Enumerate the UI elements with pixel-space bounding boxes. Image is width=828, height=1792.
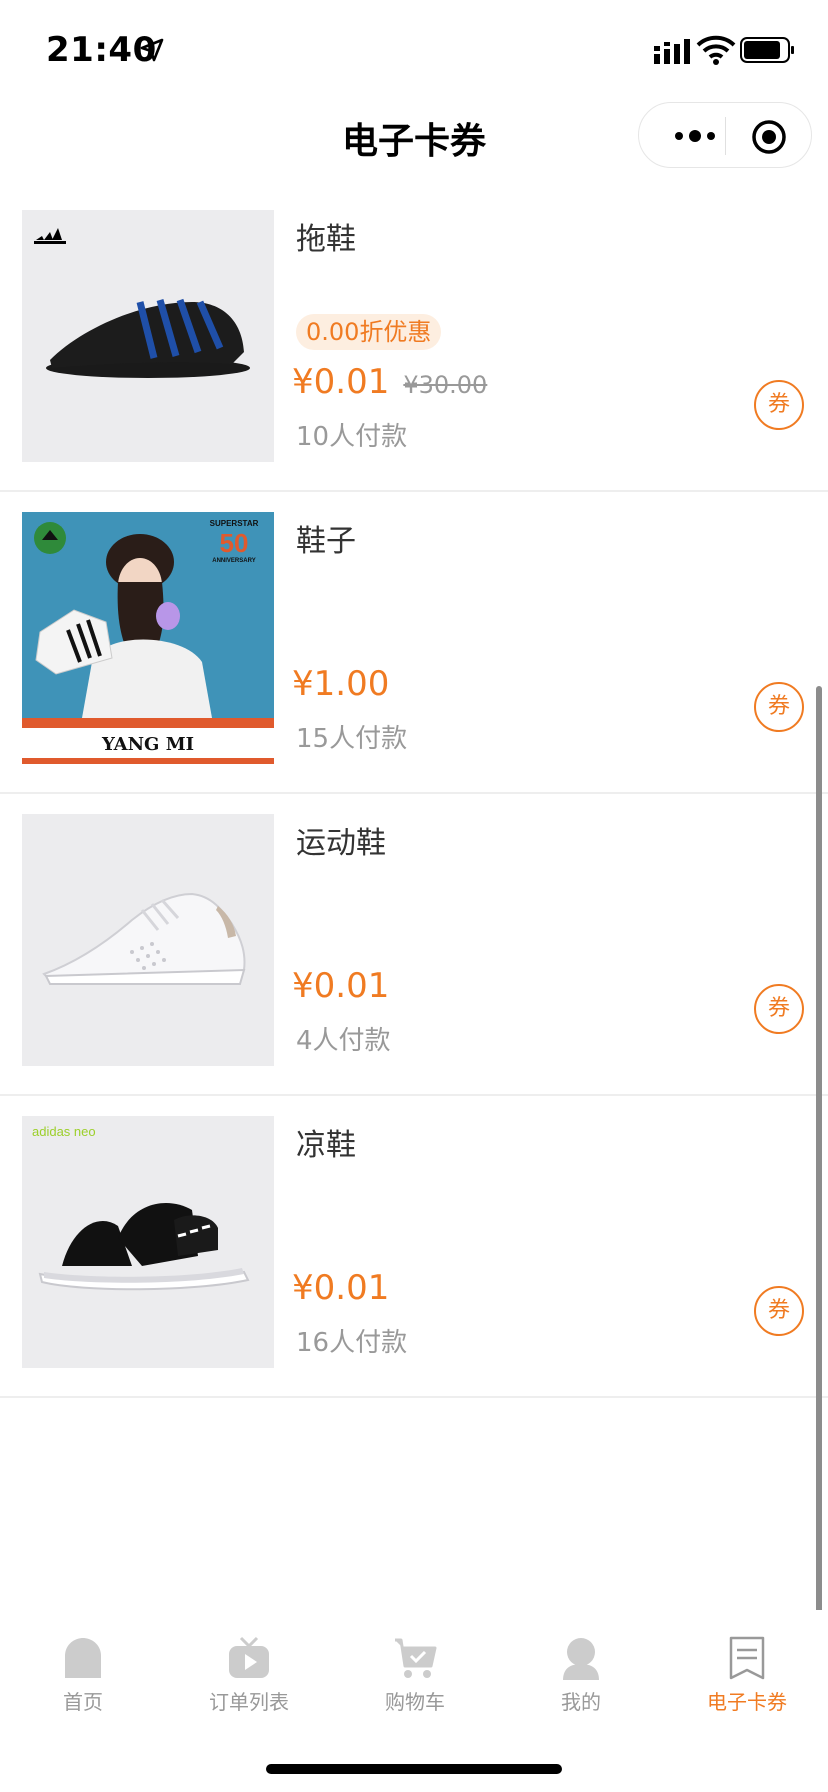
coupon-list: 拖鞋 0.00折优惠 ¥0.01 ¥30.00 10人付款 券 SUPERSTAR…	[0, 190, 828, 1398]
badge-bottom-text: ANNIVERSARY	[212, 558, 255, 564]
paid-count: 4人付款	[296, 1026, 391, 1056]
miniprogram-capsule	[638, 102, 812, 168]
adidas-neo-logo: adidas neo	[32, 1124, 96, 1139]
coupon-icon	[729, 1636, 765, 1680]
coupon-button[interactable]: 券	[754, 380, 804, 430]
coupon-button[interactable]: 券	[754, 682, 804, 732]
price-row: ¥0.01	[292, 1268, 389, 1312]
product-image-shoes: SUPERSTAR 50 ANNIVERSARY YANG MI	[22, 512, 274, 764]
home-indicator[interactable]	[266, 1764, 562, 1774]
cart-icon	[395, 1638, 437, 1678]
paid-count: 10人付款	[296, 422, 408, 452]
tab-cart[interactable]: 购物车	[332, 1610, 498, 1720]
price-row: ¥0.01	[292, 966, 389, 1010]
product-title: 凉鞋	[296, 1128, 356, 1163]
product-title: 拖鞋	[296, 222, 356, 257]
tab-orders[interactable]: 订单列表	[166, 1610, 332, 1720]
slipper-image	[22, 210, 274, 462]
screen: 21:40 电子卡券 拖鞋 0.00折优惠 ¥0.01 ¥30.00 10人付款…	[0, 0, 828, 1792]
price-row: ¥1.00	[292, 664, 389, 708]
original-price: ¥30.00	[403, 371, 488, 399]
location-arrow-icon	[140, 38, 164, 62]
superstar-ad-image: SUPERSTAR 50 ANNIVERSARY YANG MI	[22, 512, 274, 764]
list-item[interactable]: adidas neo 凉鞋 ¥0.01 16人付款 券	[0, 1096, 828, 1398]
caption-text: YANG MI	[101, 734, 194, 755]
tab-label: 购物车	[385, 1690, 445, 1714]
price: ¥0.01	[292, 966, 390, 1006]
product-image-sneakers	[22, 814, 274, 1066]
tab-label: 我的	[561, 1690, 601, 1714]
battery-icon	[740, 37, 794, 63]
sandal-image: adidas neo	[22, 1116, 274, 1368]
close-miniprogram-icon[interactable]	[749, 117, 789, 157]
paid-count: 16人付款	[296, 1328, 408, 1358]
more-icon[interactable]	[665, 123, 725, 149]
wifi-icon	[696, 35, 736, 65]
home-icon	[65, 1638, 101, 1678]
tab-label: 电子卡券	[707, 1690, 787, 1714]
status-bar: 21:40	[0, 0, 828, 100]
product-title: 运动鞋	[296, 826, 386, 861]
product-image-sandals: adidas neo	[22, 1116, 274, 1368]
price: ¥0.01	[292, 362, 390, 402]
coupon-button[interactable]: 券	[754, 1286, 804, 1336]
tv-icon	[229, 1636, 269, 1678]
scrollbar[interactable]	[816, 686, 822, 1620]
paid-count: 15人付款	[296, 724, 408, 754]
capsule-divider	[725, 117, 726, 155]
list-item[interactable]: SUPERSTAR 50 ANNIVERSARY YANG MI 鞋子 ¥1.0…	[0, 492, 828, 794]
tab-mine[interactable]: 我的	[498, 1610, 664, 1720]
tab-label: 首页	[63, 1690, 103, 1714]
tab-ecoupon[interactable]: 电子卡券	[664, 1610, 828, 1720]
product-image-slippers	[22, 210, 274, 462]
list-item[interactable]: 拖鞋 0.00折优惠 ¥0.01 ¥30.00 10人付款 券	[0, 190, 828, 492]
price: ¥0.01	[292, 1268, 390, 1308]
price: ¥1.00	[292, 664, 390, 704]
list-item[interactable]: 运动鞋 ¥0.01 4人付款 券	[0, 794, 828, 1096]
sneaker-image	[22, 814, 274, 1066]
cellular-signal-icon	[654, 39, 690, 64]
price-row: ¥0.01 ¥30.00	[292, 362, 487, 406]
badge-top-text: SUPERSTAR	[210, 519, 259, 528]
user-icon	[563, 1638, 599, 1680]
coupon-button[interactable]: 券	[754, 984, 804, 1034]
product-title: 鞋子	[296, 524, 356, 559]
badge-number-text: 50	[220, 528, 249, 558]
tab-home[interactable]: 首页	[0, 1610, 166, 1720]
discount-badge: 0.00折优惠	[296, 314, 442, 350]
tab-bar: 首页 订单列表 购物车 我的 电子卡券	[0, 1610, 828, 1720]
tab-label: 订单列表	[209, 1690, 289, 1714]
